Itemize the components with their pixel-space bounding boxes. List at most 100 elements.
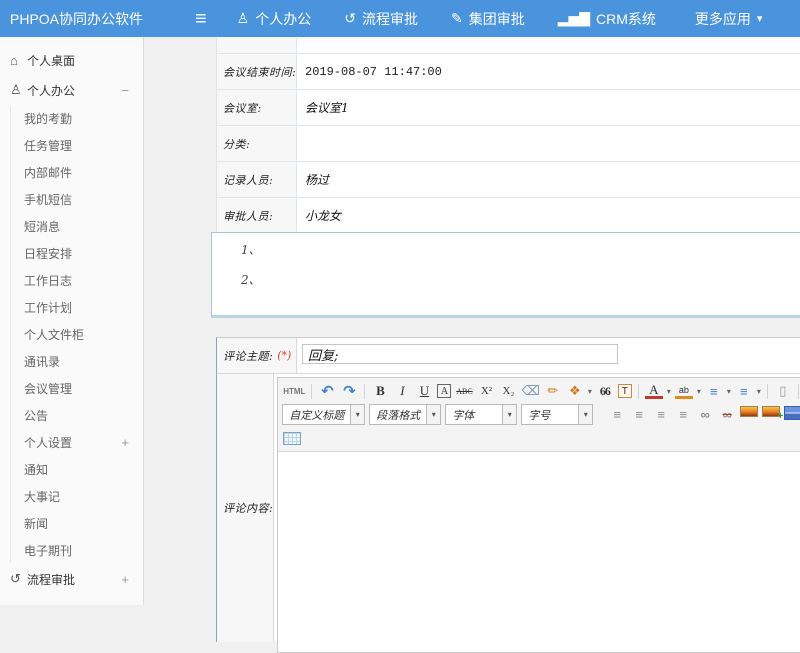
align-left-icon[interactable]: ≡ xyxy=(608,406,626,424)
separator xyxy=(364,384,365,399)
insert-table-icon[interactable] xyxy=(283,432,301,445)
nav-more-apps[interactable]: 更多应用 ▾ xyxy=(689,9,763,29)
nav-label: 个人办公 xyxy=(255,9,311,29)
remove-format-icon[interactable]: ⌫ xyxy=(521,382,539,400)
sidebar-item-schedule[interactable]: 日程安排 xyxy=(0,240,143,267)
sidebar-item-personal-settings[interactable]: 个人设置 + xyxy=(0,429,143,456)
font-color-icon[interactable]: A xyxy=(645,384,663,399)
select-label: 段落格式 xyxy=(370,407,426,423)
comment-content-row: 评论内容: HTML ↶ ↷ xyxy=(217,374,800,642)
underline-icon[interactable]: U xyxy=(415,382,433,400)
editor-content-area[interactable] xyxy=(278,452,800,652)
redo-icon[interactable]: ↷ xyxy=(340,382,358,400)
nav-label: CRM系统 xyxy=(596,9,656,29)
sidebar-item-label: 短消息 xyxy=(24,218,60,235)
sidebar-item-label: 工作计划 xyxy=(24,299,72,316)
highlight-color-caret-icon[interactable]: ▾ xyxy=(695,382,703,400)
align-justify-icon[interactable]: ≡ xyxy=(674,406,692,424)
sidebar-item-personal-office[interactable]: ♙ 个人办公 − xyxy=(0,75,143,105)
unordered-list-caret-icon[interactable]: ▾ xyxy=(755,382,763,400)
sidebar-item-label: 日程安排 xyxy=(24,245,72,262)
font-color-caret-icon[interactable]: ▾ xyxy=(665,382,673,400)
sidebar-item-work-log[interactable]: 工作日志 xyxy=(0,267,143,294)
expand-icon[interactable]: + xyxy=(121,572,129,587)
link-icon[interactable]: ∞ xyxy=(696,406,714,424)
row-value-cell xyxy=(297,126,800,161)
sidebar-item-memorabilia[interactable]: 大事记 xyxy=(0,483,143,510)
superscript-icon[interactable]: X² xyxy=(477,382,495,400)
sidebar-item-label: 通讯录 xyxy=(24,353,60,370)
sidebar-item-internal-mail[interactable]: 内部邮件 xyxy=(0,159,143,186)
unlink-icon[interactable]: ∞ xyxy=(718,406,736,424)
media-icon[interactable] xyxy=(784,406,800,420)
align-right-icon[interactable]: ≡ xyxy=(652,406,670,424)
sidebar-item-notice[interactable]: 通知 xyxy=(0,456,143,483)
upload-image-icon[interactable] xyxy=(762,406,780,417)
undo-icon[interactable]: ↶ xyxy=(318,382,336,400)
nav-personal-office[interactable]: ♙ 个人办公 xyxy=(237,9,318,29)
row-label: 记录人员: xyxy=(223,172,273,188)
caret-down-icon: ▾ xyxy=(350,405,364,424)
sidebar-item-announcement[interactable]: 公告 xyxy=(0,402,143,429)
html-source-button[interactable]: HTML xyxy=(283,382,305,400)
sidebar-item-personal-file-cabinet[interactable]: 个人文件柜 xyxy=(0,321,143,348)
font-size-select[interactable]: 字号 ▾ xyxy=(521,404,593,425)
separator xyxy=(767,384,768,399)
separator xyxy=(798,384,799,399)
paste-from-word-icon[interactable]: T xyxy=(618,384,632,398)
rich-text-editor: HTML ↶ ↷ B I xyxy=(277,377,800,653)
format-painter-caret-icon[interactable]: ▾ xyxy=(586,382,594,400)
topbar: PHPOA协同办公软件 ≡ ♙ 个人办公 ↺ 流程审批 ✎ 集团审批 ▂▅▇ xyxy=(0,0,800,37)
ordered-list-caret-icon[interactable]: ▾ xyxy=(725,382,733,400)
note-line: 2、 xyxy=(241,271,800,301)
workflow-icon: ↺ xyxy=(10,571,27,587)
image-icon[interactable] xyxy=(740,406,758,417)
sidebar-item-my-attendance[interactable]: 我的考勤 xyxy=(0,105,143,132)
comment-content-label-cell: 评论内容: xyxy=(217,374,274,642)
align-center-icon[interactable]: ≡ xyxy=(630,406,648,424)
nav-group-approval[interactable]: ✎ 集团审批 xyxy=(451,9,531,29)
paragraph-format-select[interactable]: 段落格式 ▾ xyxy=(369,404,441,425)
collapse-icon[interactable]: − xyxy=(121,83,129,98)
sidebar-item-contacts[interactable]: 通讯录 xyxy=(0,348,143,375)
sidebar-item-label: 通知 xyxy=(24,461,48,478)
sidebar-item-mobile-sms[interactable]: 手机短信 xyxy=(0,186,143,213)
comment-subject-input[interactable] xyxy=(302,344,618,364)
italic-icon[interactable]: I xyxy=(393,382,411,400)
sidebar-item-workflow-approval[interactable]: ↺ 流程审批 + xyxy=(0,564,143,594)
nav-crm-system[interactable]: ▂▅▇ CRM系统 xyxy=(558,9,662,29)
clear-format-icon[interactable]: ✏ xyxy=(544,382,562,400)
new-page-icon[interactable]: ▯ xyxy=(774,382,792,400)
sidebar-item-short-message[interactable]: 短消息 xyxy=(0,213,143,240)
format-painter-icon[interactable]: ❖ xyxy=(566,382,584,400)
sidebar-item-e-journal[interactable]: 电子期刊 xyxy=(0,537,143,564)
heading-select[interactable]: 自定义标题 ▾ xyxy=(282,404,365,425)
hamburger-menu-icon[interactable]: ≡ xyxy=(195,9,207,29)
subscript-icon[interactable]: X₂ xyxy=(499,382,517,400)
nav-workflow-approval[interactable]: ↺ 流程审批 xyxy=(344,9,424,29)
sidebar-item-personal-desktop[interactable]: ⌂ 个人桌面 xyxy=(0,45,143,75)
blockquote-icon[interactable]: 66 xyxy=(596,382,614,400)
row-label: 审批人员: xyxy=(223,208,273,224)
expand-icon[interactable]: + xyxy=(121,435,129,450)
font-family-select[interactable]: 字体 ▾ xyxy=(445,404,517,425)
font-border-icon[interactable]: A xyxy=(437,384,451,398)
sidebar-item-label: 新闻 xyxy=(24,515,48,532)
sidebar-item-label: 任务管理 xyxy=(24,137,72,154)
top-nav: ♙ 个人办公 ↺ 流程审批 ✎ 集团审批 ▂▅▇ CRM系统 xyxy=(237,9,790,29)
sidebar-item-task-management[interactable]: 任务管理 xyxy=(0,132,143,159)
person-icon: ♙ xyxy=(237,10,250,27)
sidebar-item-meeting-management[interactable]: 会议管理 xyxy=(0,375,143,402)
unordered-list-icon[interactable]: ≡ xyxy=(735,382,753,400)
highlight-color-icon[interactable]: ab xyxy=(675,384,693,399)
required-mark: (*) xyxy=(277,349,291,362)
table-row: 会议室: 会议室1 xyxy=(217,90,800,126)
sidebar-item-label: 手机短信 xyxy=(24,191,72,208)
ordered-list-icon[interactable]: ≡ xyxy=(705,382,723,400)
sidebar-item-news[interactable]: 新闻 xyxy=(0,510,143,537)
bold-icon[interactable]: B xyxy=(371,382,389,400)
sidebar-item-work-plan[interactable]: 工作计划 xyxy=(0,294,143,321)
row-label-cell: 记录人员: xyxy=(217,162,297,197)
strikethrough-icon[interactable]: ABC xyxy=(455,382,473,400)
comment-subject-value-cell xyxy=(297,338,800,373)
